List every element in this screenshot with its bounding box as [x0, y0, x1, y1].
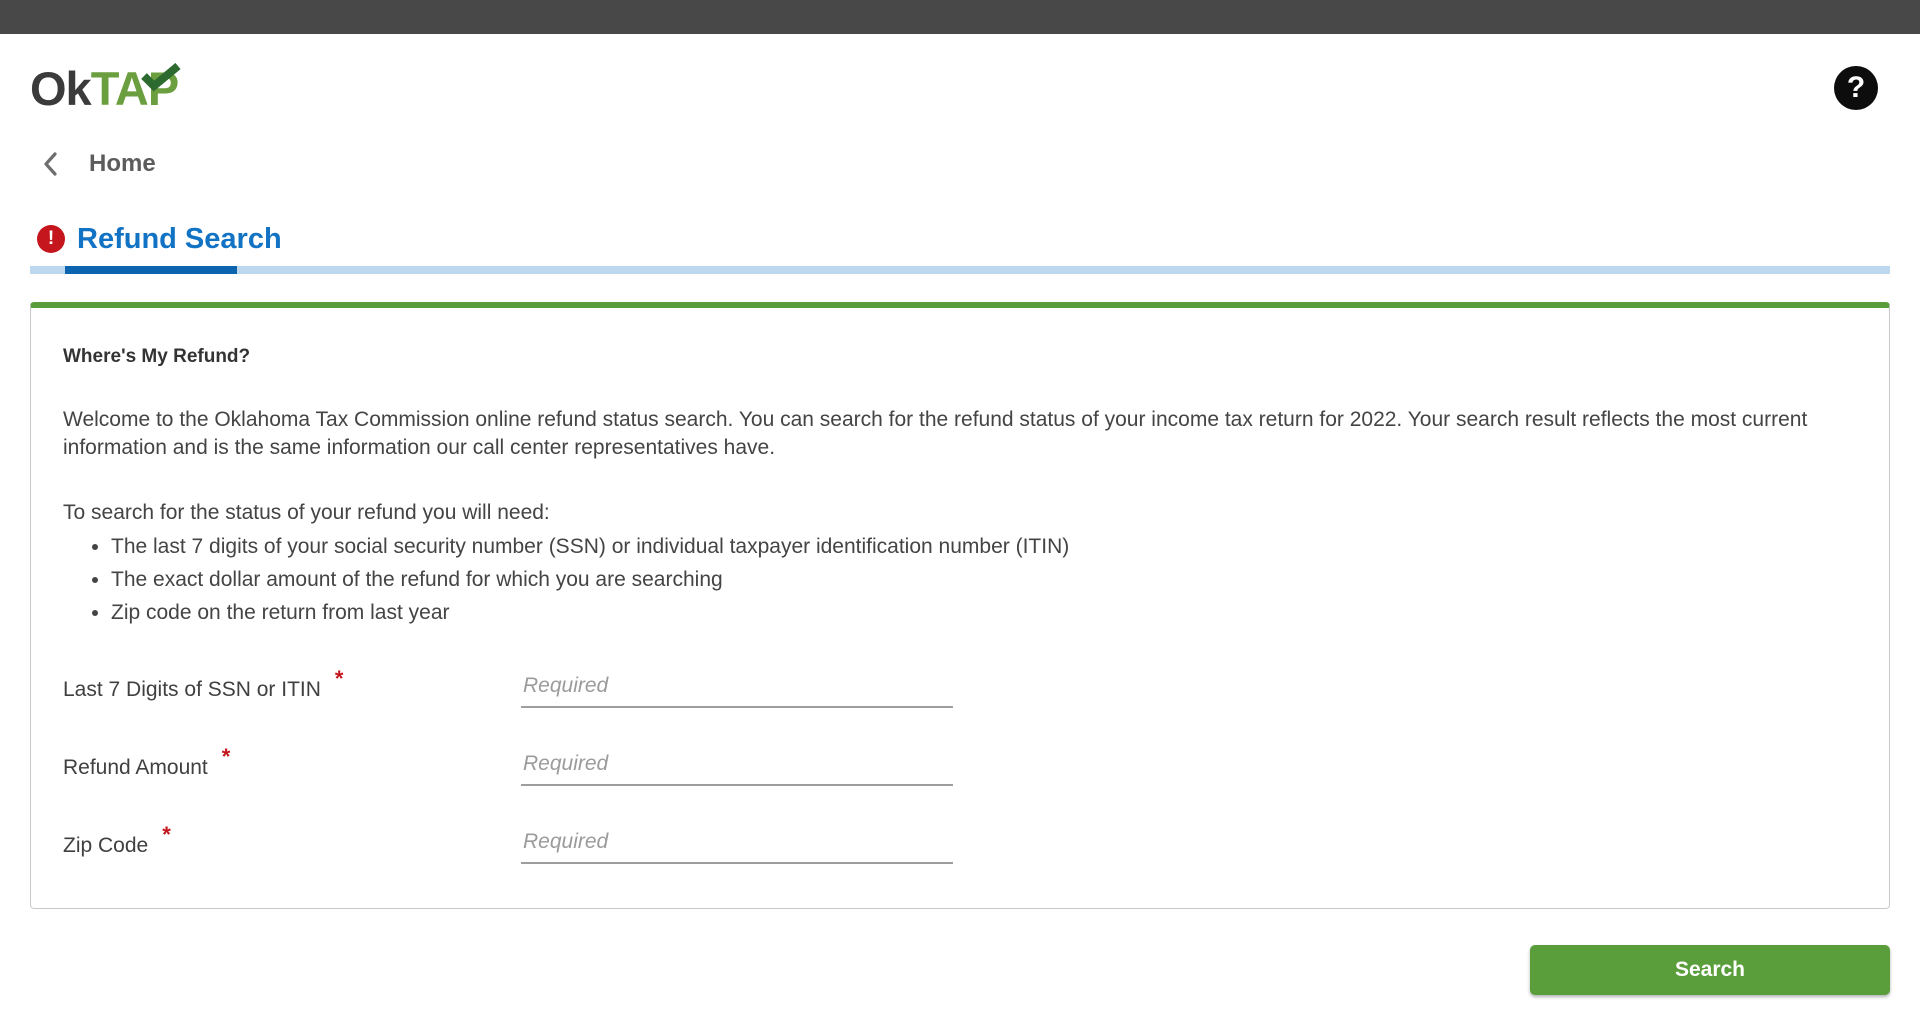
list-item: The last 7 digits of your social securit… — [111, 533, 1857, 561]
tab-refund-search: ! Refund Search — [30, 220, 1890, 274]
field-label-wrap: Refund Amount* — [63, 754, 521, 786]
requirements-intro: To search for the status of your refund … — [63, 501, 1857, 525]
refund-search-panel: Where's My Refund? Welcome to the Oklaho… — [30, 302, 1890, 909]
help-button[interactable]: ? — [1834, 66, 1878, 110]
underline-active-segment — [65, 266, 237, 274]
required-asterisk: * — [162, 822, 171, 847]
breadcrumb: Home — [30, 150, 1890, 178]
list-item: The exact dollar amount of the refund fo… — [111, 566, 1857, 594]
checkmark-icon — [140, 53, 184, 100]
exclamation-glyph: ! — [48, 228, 54, 250]
refund-amount-input[interactable] — [521, 748, 953, 786]
panel-heading: Where's My Refund? — [63, 346, 1857, 368]
search-button[interactable]: Search — [1530, 945, 1890, 995]
footer-actions: Search — [30, 945, 1890, 995]
welcome-paragraph: Welcome to the Oklahoma Tax Commission o… — [63, 406, 1857, 463]
tab-underline — [30, 266, 1890, 274]
list-item: Zip code on the return from last year — [111, 599, 1857, 627]
field-label-wrap: Zip Code* — [63, 832, 521, 864]
underline-light-rest — [237, 266, 1890, 274]
breadcrumb-home-link[interactable]: Home — [89, 150, 156, 178]
requirements-list: The last 7 digits of your social securit… — [111, 533, 1857, 627]
question-mark-icon: ? — [1847, 71, 1865, 105]
zip-code-input[interactable] — [521, 826, 953, 864]
required-asterisk: * — [222, 744, 231, 769]
form-row-refund-amount: Refund Amount* — [63, 748, 1857, 786]
top-bar — [0, 0, 1920, 34]
field-label-wrap: Last 7 Digits of SSN or ITIN* — [63, 676, 521, 708]
page: OkTAP ? Home ! Refund Search Where's My … — [0, 34, 1920, 995]
page-title: Refund Search — [77, 223, 282, 256]
form-row-ssn: Last 7 Digits of SSN or ITIN* — [63, 670, 1857, 708]
ssn-field-label: Last 7 Digits of SSN or ITIN — [63, 678, 321, 701]
form-row-zip-code: Zip Code* — [63, 826, 1857, 864]
header: OkTAP ? — [30, 34, 1890, 128]
refund-amount-field-label: Refund Amount — [63, 756, 208, 779]
exclamation-icon: ! — [37, 225, 65, 253]
logo-text-ok: Ok — [30, 62, 91, 115]
zip-code-field-label: Zip Code — [63, 834, 148, 857]
ssn-input[interactable] — [521, 670, 953, 708]
oktap-logo[interactable]: OkTAP — [30, 65, 178, 112]
underline-light-lead — [30, 266, 65, 274]
tab-head[interactable]: ! Refund Search — [30, 220, 1890, 258]
required-asterisk: * — [335, 666, 344, 691]
chevron-left-icon[interactable] — [42, 151, 59, 177]
